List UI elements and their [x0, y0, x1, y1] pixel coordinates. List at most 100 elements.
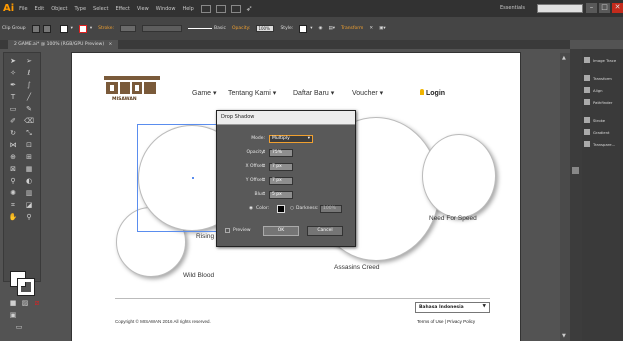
darkness-input[interactable]: 100%	[320, 205, 342, 213]
preview-checkbox[interactable]	[225, 228, 230, 233]
y-offset-stepper-icon[interactable]: ⇕	[262, 178, 266, 183]
panel-transform[interactable]: Transform	[584, 73, 622, 83]
vertical-scrollbar[interactable]: ▲ ▼	[560, 53, 570, 341]
slice-tool-icon[interactable]: ◪	[24, 201, 34, 210]
more-options-icon[interactable]: ▣▾	[379, 26, 386, 31]
direct-selection-tool-icon[interactable]: ➢	[24, 57, 34, 66]
none-mode-icon[interactable]: ⧄	[32, 299, 42, 308]
eraser-tool-icon[interactable]: ⌫	[24, 117, 34, 126]
menu-window[interactable]: Window	[156, 6, 176, 12]
fill-stroke-widget[interactable]	[10, 271, 36, 297]
hand-tool-icon[interactable]: ✋	[8, 213, 18, 222]
shadow-color-swatch[interactable]	[277, 205, 285, 213]
gradient-tool-icon[interactable]: ▦	[24, 165, 34, 174]
panel-transparency[interactable]: Transpare...	[584, 139, 622, 149]
bridge-icon[interactable]	[200, 4, 211, 13]
eyedropper-tool-icon[interactable]: ⚲	[8, 177, 18, 186]
menu-edit[interactable]: Edit	[35, 6, 45, 12]
opacity-label[interactable]: Opacity:	[232, 26, 251, 31]
free-transform-tool-icon[interactable]: ⊡	[24, 141, 34, 150]
color-radio[interactable]: ◉	[249, 206, 253, 211]
ok-button[interactable]: OK	[263, 226, 299, 236]
zoom-tool-icon[interactable]: ⚲	[24, 213, 34, 222]
type-tool-icon[interactable]: T	[8, 93, 18, 102]
scale-tool-icon[interactable]: ⤡	[24, 129, 34, 138]
menu-view[interactable]: View	[137, 6, 149, 12]
paintbrush-tool-icon[interactable]: ✎	[24, 105, 34, 114]
menu-help[interactable]: Help	[182, 6, 193, 12]
artboard-tool-icon[interactable]: ⌗	[8, 201, 18, 210]
transform-link[interactable]: Transform	[341, 26, 363, 31]
workspace-switcher[interactable]: Essentials	[500, 5, 525, 11]
panel-gradient[interactable]: Gradient	[584, 127, 622, 137]
menu-file[interactable]: File	[19, 6, 27, 12]
column-graph-tool-icon[interactable]: ▥	[24, 189, 34, 198]
symbol-sprayer-tool-icon[interactable]: ✺	[8, 189, 18, 198]
mesh-tool-icon[interactable]: ⊠	[8, 165, 18, 174]
edit-clip-path-icon[interactable]	[31, 24, 54, 33]
stock-icon[interactable]	[215, 4, 226, 13]
draw-mode-icon[interactable]: ▣	[8, 311, 18, 320]
tab-close-icon[interactable]: ×	[109, 42, 113, 47]
perspective-grid-tool-icon[interactable]: ⊞	[24, 153, 34, 162]
help-search-input[interactable]	[537, 4, 583, 13]
login-link[interactable]: Login	[420, 89, 445, 97]
pencil-tool-icon[interactable]: ✐	[8, 117, 18, 126]
gradient-mode-icon[interactable]: ▨	[20, 299, 30, 308]
scroll-down-arrow-icon[interactable]: ▼	[562, 333, 566, 339]
rectangle-tool-icon[interactable]: ▭	[8, 105, 18, 114]
panel-image-trace[interactable]: Image Trace	[584, 55, 622, 65]
blur-input[interactable]: 5 px	[269, 191, 293, 199]
minimize-button[interactable]: –	[586, 3, 597, 13]
menu-object[interactable]: Object	[51, 6, 67, 12]
screen-mode-icon[interactable]: ▭	[14, 323, 24, 332]
x-offset-input[interactable]: 7 px	[269, 163, 293, 171]
curvature-tool-icon[interactable]: ∫	[24, 81, 34, 90]
recolor-icon[interactable]: ◉	[319, 26, 323, 31]
selection-tool-icon[interactable]: ➤	[8, 57, 18, 66]
isolate-icon[interactable]: ✕	[369, 26, 373, 31]
brush-definition-field[interactable]: Basic	[188, 26, 226, 31]
rotate-tool-icon[interactable]: ↻	[8, 129, 18, 138]
shape-builder-tool-icon[interactable]: ⊕	[8, 153, 18, 162]
opacity-field[interactable]: 100%	[256, 25, 275, 32]
darkness-radio[interactable]: ○	[290, 206, 294, 211]
stroke-weight-field[interactable]	[120, 25, 137, 32]
menu-select[interactable]: Select	[93, 6, 108, 12]
stroke-color-box[interactable]	[17, 278, 35, 296]
y-offset-input[interactable]: 7 px	[269, 177, 293, 185]
stroke-swatch[interactable]: ▾	[78, 24, 92, 33]
nav-tentang-kami[interactable]: Tentang Kami ▾	[228, 89, 276, 97]
scroll-up-arrow-icon[interactable]: ▲	[562, 55, 566, 61]
maximize-button[interactable]: □	[599, 3, 610, 13]
pen-tool-icon[interactable]: ✒	[8, 81, 18, 90]
stroke-label[interactable]: Stroke:	[98, 26, 114, 31]
close-window-button[interactable]: ✕	[612, 3, 623, 13]
nav-game[interactable]: Game ▾	[192, 89, 217, 97]
nav-daftar-baru[interactable]: Daftar Baru ▾	[293, 89, 334, 97]
blend-tool-icon[interactable]: ◐	[24, 177, 34, 186]
color-mode-icon[interactable]: ■	[8, 299, 18, 308]
panel-align[interactable]: Align	[584, 85, 622, 95]
mode-select[interactable]: Multiply ▾	[269, 135, 313, 143]
fill-swatch[interactable]: ▾	[59, 24, 73, 33]
menu-effect[interactable]: Effect	[115, 6, 129, 12]
cancel-button[interactable]: Cancel	[307, 226, 343, 236]
document-tab[interactable]: 2 GAME.ai* @ 100% (RGB/GPU Preview) ×	[8, 40, 119, 49]
line-tool-icon[interactable]: ╱	[24, 93, 34, 102]
menu-type[interactable]: Type	[75, 6, 86, 12]
blur-stepper-icon[interactable]: ⇕	[262, 192, 266, 197]
width-tool-icon[interactable]: ⋈	[8, 141, 18, 150]
magic-wand-tool-icon[interactable]: ✧	[8, 69, 18, 78]
arrange-documents-icon[interactable]	[230, 4, 241, 13]
terms-links[interactable]: Terms of Use | Privacy Policy	[417, 319, 475, 324]
dock-panel-icon[interactable]	[572, 167, 579, 174]
nav-voucher[interactable]: Voucher ▾	[352, 89, 383, 97]
language-select[interactable]: Bahasa Indonesia ▼	[415, 302, 490, 313]
lasso-tool-icon[interactable]: ℓ	[24, 69, 34, 78]
graphic-style-swatch[interactable]: ▾	[299, 24, 313, 33]
x-offset-stepper-icon[interactable]: ⇕	[262, 164, 266, 169]
opacity-stepper-icon[interactable]: ⇕	[262, 150, 266, 155]
panel-stroke[interactable]: Stroke	[584, 115, 622, 125]
align-icon[interactable]: ▤▾	[328, 26, 335, 31]
